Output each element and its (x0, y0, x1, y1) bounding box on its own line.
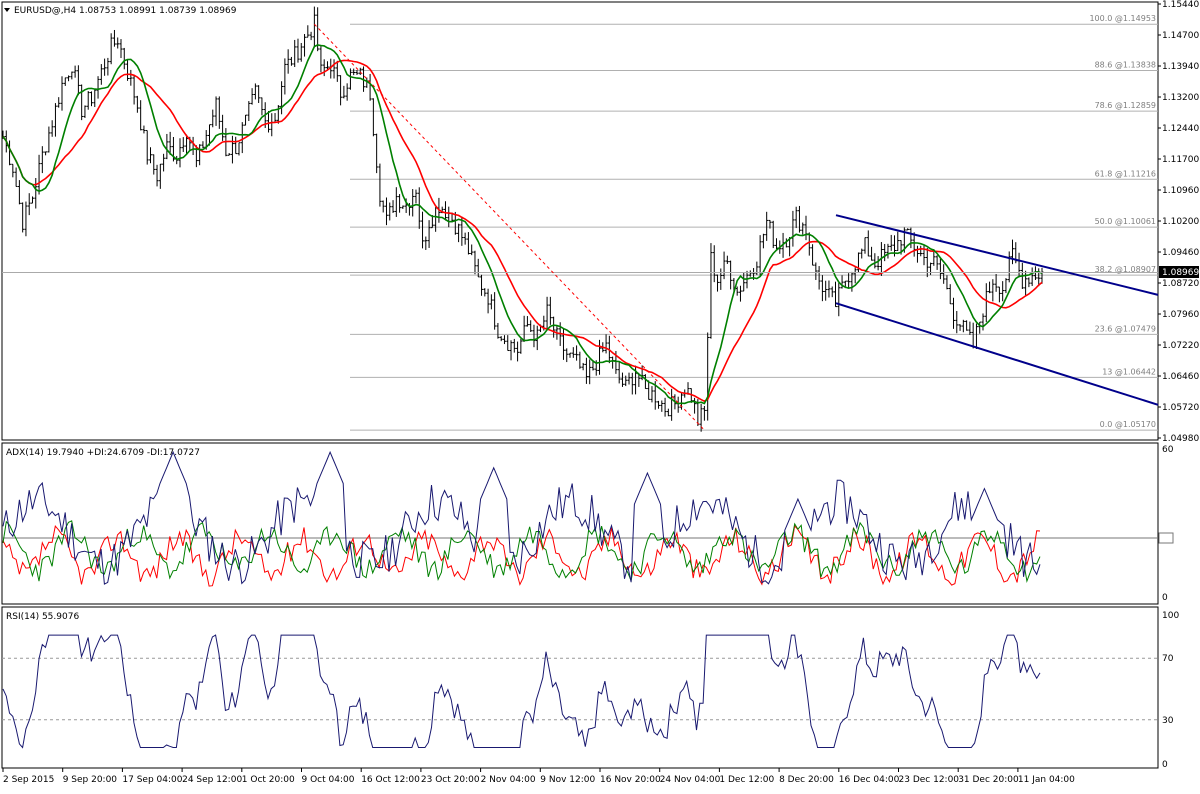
rsi-axis-label: 30 (1162, 716, 1174, 726)
price-axis-label: 1.04980 (1162, 434, 1199, 444)
price-axis-label: 1.15440 (1162, 0, 1199, 10)
adx-axis-label: 0 (1162, 593, 1168, 603)
time-axis-label: 1 Oct 20:00 (242, 775, 295, 785)
current-price-label: 1.08969 (1162, 268, 1199, 278)
price-axis-label: 1.07960 (1162, 310, 1199, 320)
rsi-header: RSI(14) 55.9076 (6, 612, 79, 622)
time-axis-label: 2 Nov 04:00 (481, 775, 536, 785)
price-axis-label: 1.12440 (1162, 124, 1199, 134)
fib-label: 0.0 @1.05170 (1100, 420, 1156, 429)
time-axis-label: 24 Sep 12:00 (182, 775, 242, 785)
price-axis-label: 1.08720 (1162, 279, 1199, 289)
adx-level-tag (1158, 532, 1174, 544)
price-axis-label: 1.10960 (1162, 186, 1199, 196)
time-axis-label: 8 Dec 20:00 (779, 775, 834, 785)
rsi-axis-label: 70 (1162, 654, 1174, 664)
time-axis-label: 16 Dec 04:00 (839, 775, 900, 785)
time-axis-label: 23 Oct 20:00 (421, 775, 480, 785)
time-axis-label: 31 Dec 20:00 (958, 775, 1019, 785)
time-axis-label: 9 Oct 04:00 (302, 775, 355, 785)
time-axis-label: 11 Jan 04:00 (1018, 775, 1075, 785)
price-axis-label: 1.13940 (1162, 62, 1199, 72)
adx-axis-label: 60 (1162, 445, 1174, 455)
fib-label: 50.0 @1.10061 (1095, 217, 1156, 226)
fib-label: 78.6 @1.12859 (1095, 101, 1156, 110)
fib-label: 13 @1.06442 (1102, 367, 1156, 376)
time-axis-label: 9 Nov 12:00 (540, 775, 595, 785)
time-axis-label: 16 Oct 12:00 (361, 775, 420, 785)
time-axis-label: 17 Sep 04:00 (122, 775, 182, 785)
rsi-axis-label: 100 (1162, 611, 1179, 621)
price-axis-label: 1.09460 (1162, 248, 1199, 258)
time-axis-label: 16 Nov 20:00 (600, 775, 661, 785)
fib-label: 23.6 @1.07479 (1095, 324, 1156, 333)
rsi-panel[interactable] (1, 606, 1159, 769)
rsi-axis-label: 0 (1162, 760, 1168, 770)
fib-label: 100.0 @1.14953 (1089, 14, 1156, 23)
time-axis-label: 2 Sep 2015 (3, 775, 54, 785)
chart-canvas[interactable]: 100.0 @1.14953 88.6 @1.13838 78.6 @1.12859… (0, 0, 1200, 790)
main-header: EURUSD@,H4 1.08753 1.08991 1.08739 1.089… (14, 6, 237, 16)
price-axis-label: 1.06460 (1162, 372, 1199, 382)
price-axis-label: 1.13200 (1162, 93, 1199, 103)
price-axis-label: 1.10200 (1162, 217, 1199, 227)
price-axis-label: 1.14700 (1162, 31, 1199, 41)
fib-label: 88.6 @1.13838 (1095, 60, 1156, 69)
time-axis-label: 1 Dec 12:00 (719, 775, 774, 785)
time-axis-label: 9 Sep 20:00 (63, 775, 118, 785)
adx-header: ADX(14) 19.7940 +DI:24.6709 -DI:17.0727 (6, 448, 200, 458)
price-axis-label: 1.11700 (1162, 155, 1199, 165)
price-axis-label: 1.07220 (1162, 341, 1199, 351)
time-axis-label: 24 Nov 04:00 (660, 775, 721, 785)
time-axis-label: 23 Dec 12:00 (899, 775, 960, 785)
adx-panel[interactable] (1, 442, 1159, 605)
fib-label: 61.8 @1.11216 (1095, 169, 1156, 178)
price-axis-label: 1.05720 (1162, 403, 1199, 413)
price-panel[interactable] (1, 1, 1159, 441)
